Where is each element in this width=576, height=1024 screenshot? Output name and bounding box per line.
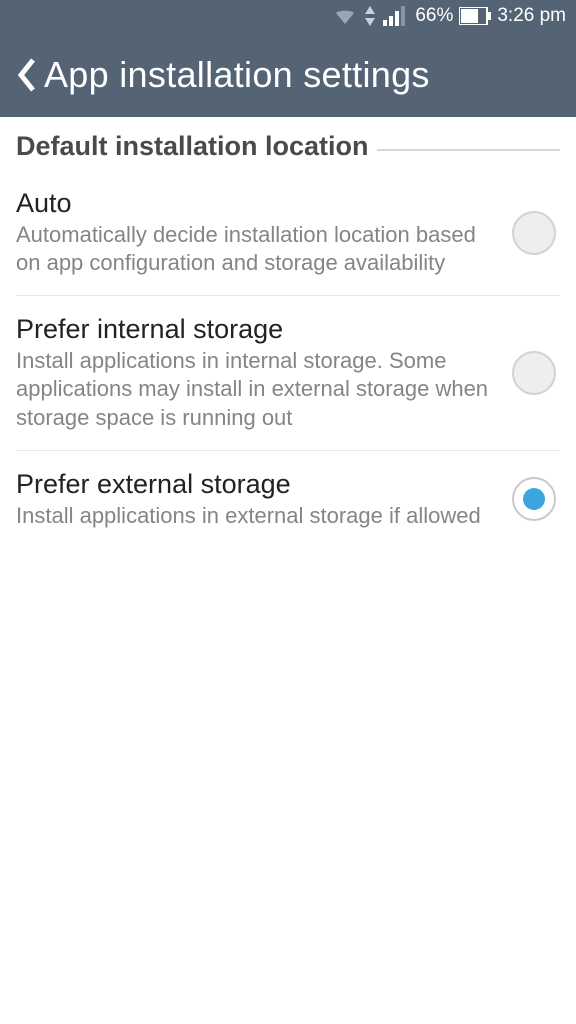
page-title: App installation settings	[44, 54, 430, 96]
status-bar: 66% 3:26 pm	[0, 0, 576, 32]
signal-icon	[383, 6, 409, 26]
option-external-storage[interactable]: Prefer external storage Install applicat…	[16, 451, 560, 548]
options-list: Auto Automatically decide installation l…	[0, 170, 576, 548]
section-title: Default installation location	[16, 131, 369, 162]
radio-dot-icon	[523, 488, 545, 510]
option-title: Prefer external storage	[16, 469, 494, 500]
radio-button[interactable]	[512, 211, 556, 255]
radio-button-selected[interactable]	[512, 477, 556, 521]
option-title: Auto	[16, 188, 494, 219]
option-title: Prefer internal storage	[16, 314, 494, 345]
battery-icon	[459, 7, 491, 25]
back-button[interactable]	[14, 50, 40, 100]
wifi-icon	[333, 6, 357, 26]
status-time: 3:26 pm	[497, 5, 566, 27]
option-text: Prefer internal storage Install applicat…	[16, 314, 494, 431]
option-desc: Install applications in external storage…	[16, 502, 494, 530]
radio-button[interactable]	[512, 351, 556, 395]
section-divider	[377, 149, 560, 151]
option-text: Prefer external storage Install applicat…	[16, 469, 494, 530]
option-auto[interactable]: Auto Automatically decide installation l…	[16, 170, 560, 296]
battery-percentage: 66%	[415, 5, 453, 27]
option-text: Auto Automatically decide installation l…	[16, 188, 494, 277]
option-internal-storage[interactable]: Prefer internal storage Install applicat…	[16, 296, 560, 450]
chevron-left-icon	[18, 58, 36, 92]
option-desc: Automatically decide installation locati…	[16, 221, 494, 277]
sync-arrows-icon	[363, 6, 377, 26]
option-desc: Install applications in internal storage…	[16, 347, 494, 431]
section-header: Default installation location	[0, 117, 576, 170]
header: App installation settings	[0, 32, 576, 117]
